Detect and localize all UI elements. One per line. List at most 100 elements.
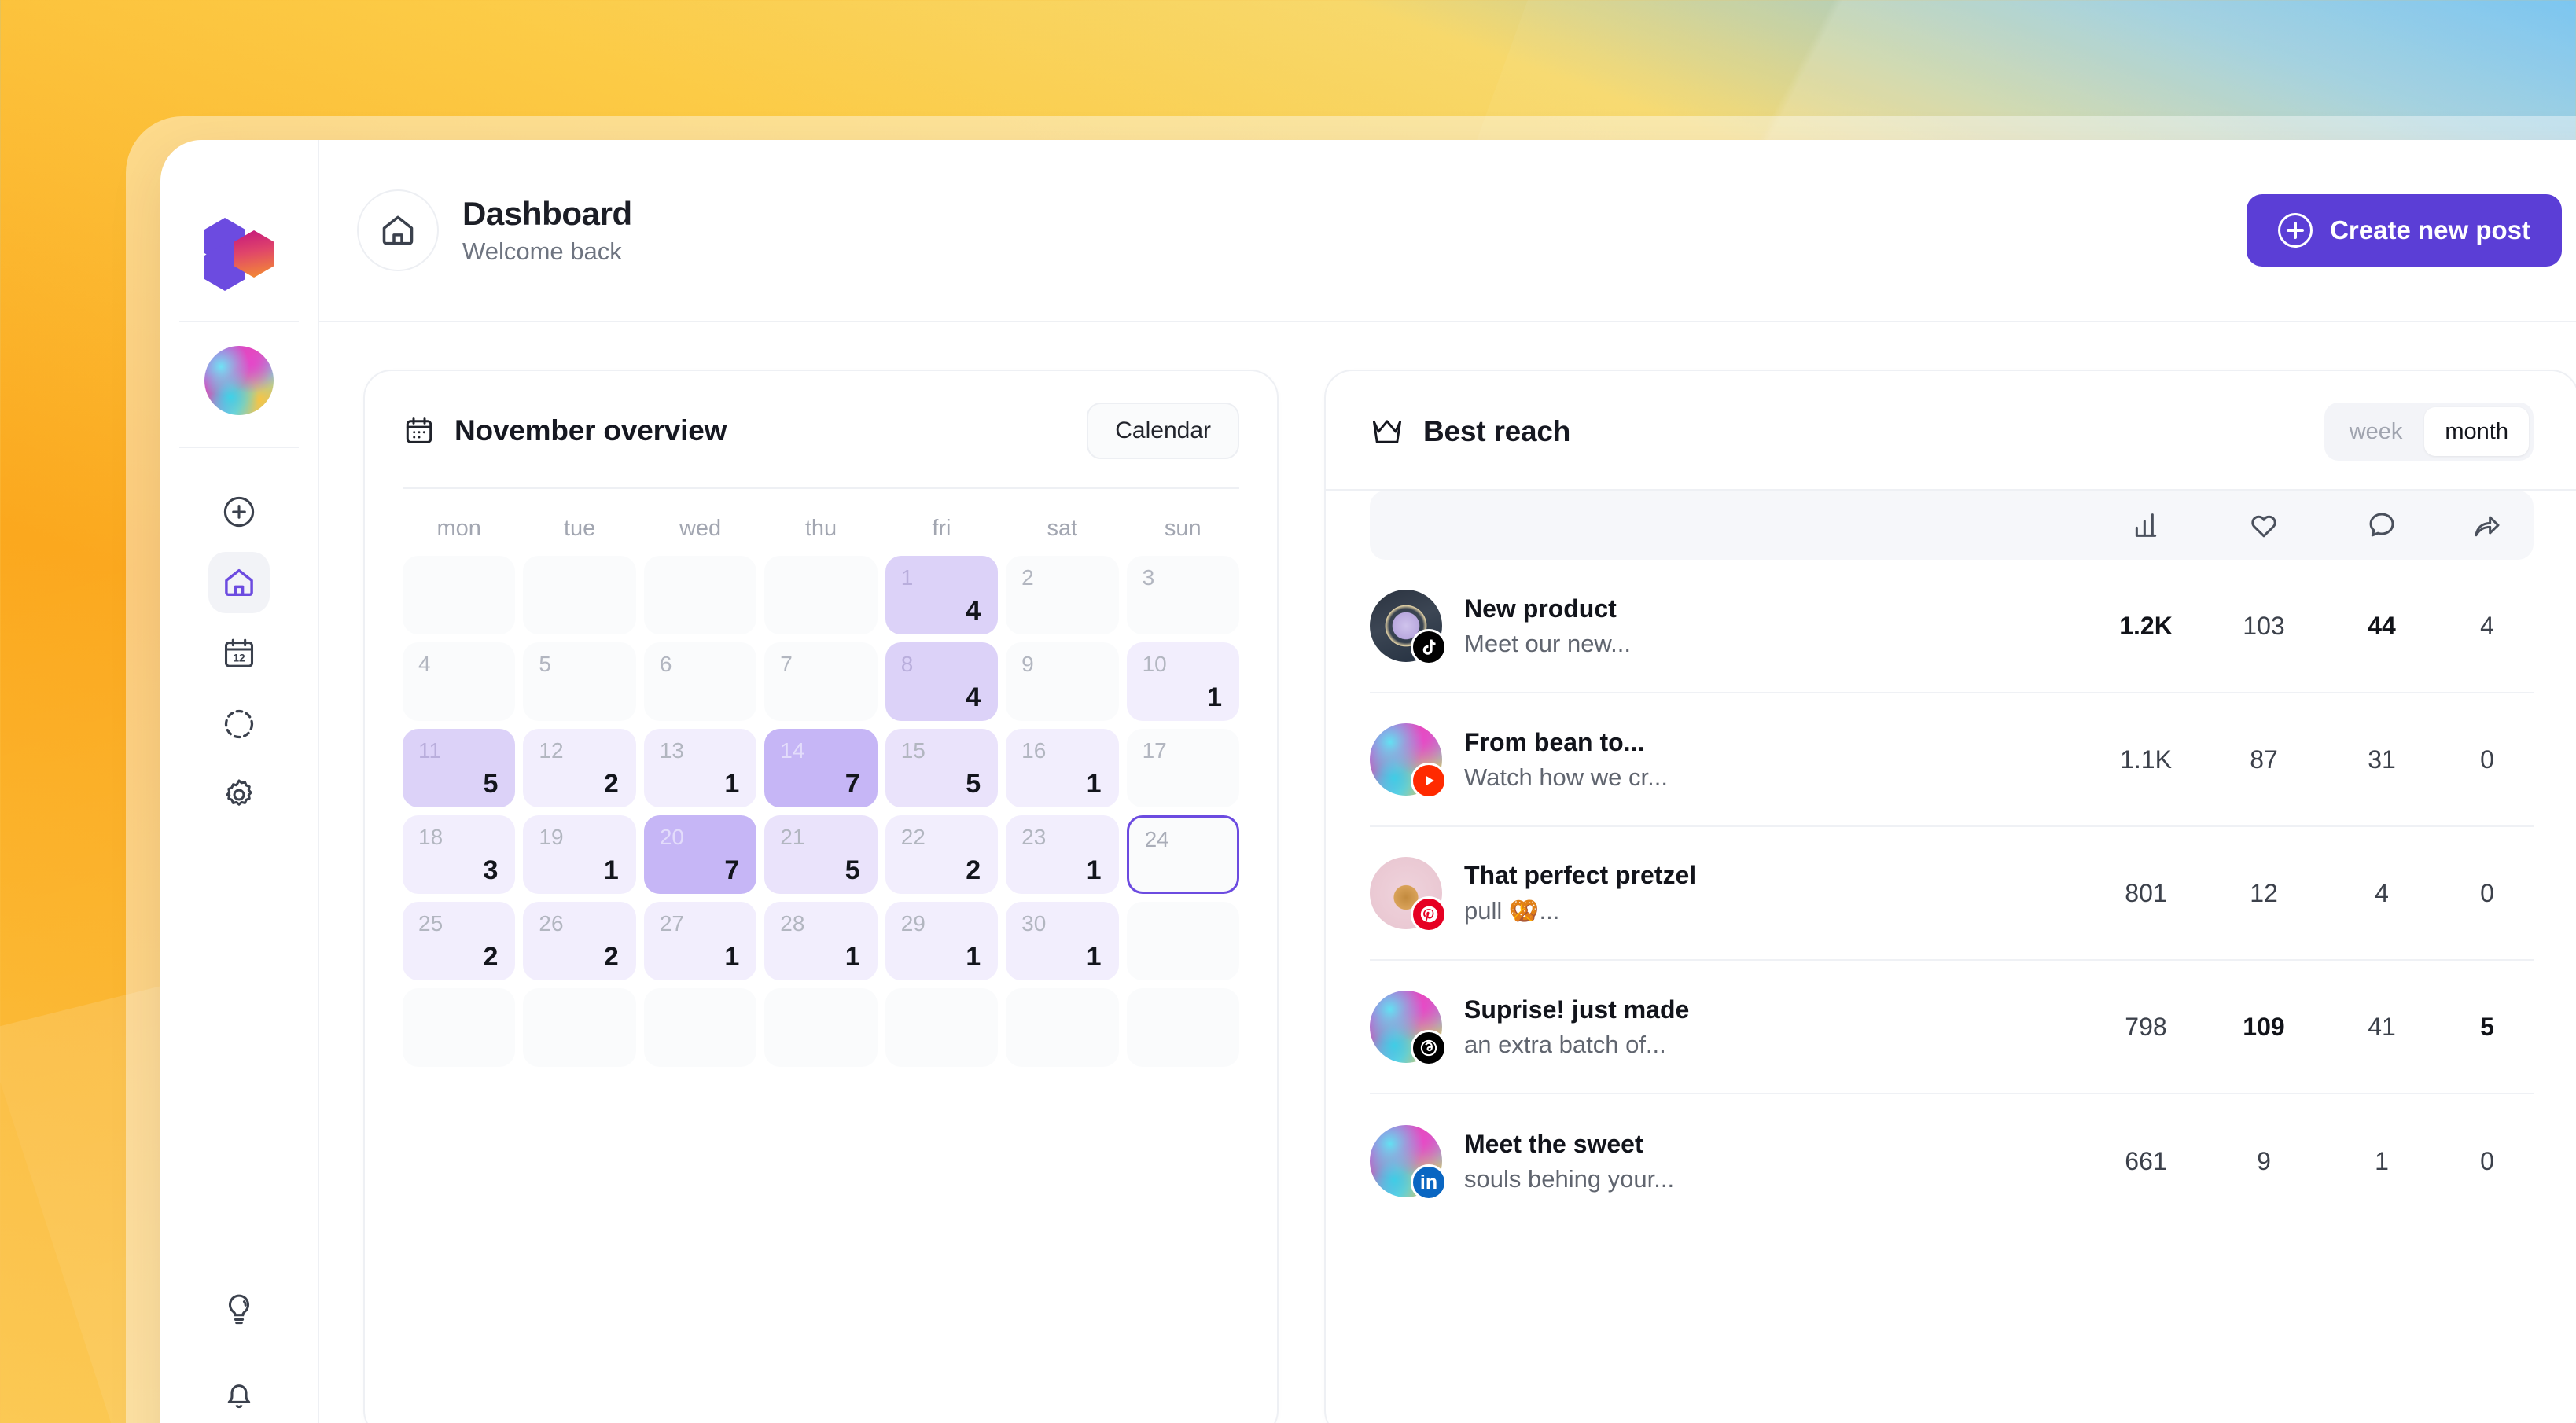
calendar-card: November overview Calendar mon tue wed thu f… [363, 370, 1279, 1423]
user-avatar[interactable] [204, 346, 274, 415]
calendar-day-number: 1 [900, 565, 914, 590]
sidebar-item-add[interactable] [208, 481, 270, 542]
sidebar-nav: 12 [208, 448, 270, 825]
calendar-day-cell[interactable]: 9 [1006, 642, 1119, 721]
calendar-day-number: 16 [1021, 738, 1047, 763]
post-comments: 1 [2375, 1146, 2389, 1175]
calendar-day-cell[interactable]: 14 [885, 556, 999, 634]
sidebar-item-notifications[interactable] [208, 1363, 270, 1423]
calendar-day-number: 29 [900, 911, 926, 936]
post-row[interactable]: That perfect pretzel pull 🥨... 801 12 4 0 [1370, 827, 2534, 961]
calendar-day-cell[interactable]: 28 1 [764, 902, 878, 980]
post-shares: 5 [2480, 1012, 2494, 1041]
calendar-day-count: 4 [966, 682, 981, 712]
range-option-week[interactable]: week [2329, 407, 2423, 456]
post-title: New product [1464, 594, 1617, 623]
comment-icon[interactable] [2323, 509, 2441, 541]
calendar-empty-cell [764, 988, 878, 1067]
calendar-day-cell[interactable]: 25 2 [403, 902, 516, 980]
best-reach-rows: New product Meet our new... 1.2K 103 44 4 From… [1370, 560, 2534, 1228]
calendar-day-cell[interactable]: 19 1 [523, 815, 636, 894]
gear-icon [226, 779, 252, 806]
calendar-button[interactable]: Calendar [1087, 403, 1239, 459]
calendar-day-cell[interactable]: 6 [643, 642, 757, 721]
breadcrumb-home-button[interactable] [357, 189, 439, 271]
calendar-empty-cell [1006, 988, 1119, 1067]
best-reach-column-header [1370, 491, 2534, 560]
home-icon [225, 568, 253, 597]
post-comments: 41 [2368, 1012, 2396, 1041]
calendar-day-cell[interactable]: 26 2 [523, 902, 636, 980]
calendar-day-number: 23 [1021, 825, 1047, 849]
brand-logo[interactable] [160, 187, 318, 321]
calendar-day-cell[interactable]: 15 5 [885, 729, 999, 807]
post-views: 801 [2125, 878, 2167, 907]
calendar-day-cell[interactable]: 3 [1126, 556, 1239, 634]
create-new-post-button[interactable]: Create new post [2247, 194, 2562, 267]
calendar-day-cell[interactable]: 4 [403, 642, 516, 721]
calendar-day-count: 1 [845, 942, 860, 972]
calendar-day-cell[interactable]: 22 2 [885, 815, 999, 894]
post-likes: 87 [2250, 745, 2278, 774]
calendar-day-cell[interactable]: 7 [764, 642, 878, 721]
calendar-day-cell[interactable]: 21 5 [764, 815, 878, 894]
app-logo-icon [204, 218, 274, 291]
calendar-12-icon: 12 [224, 638, 254, 667]
post-views: 661 [2125, 1146, 2167, 1175]
post-likes: 109 [2243, 1012, 2285, 1041]
calendar-empty-cell [643, 988, 757, 1067]
heart-icon[interactable] [2205, 509, 2323, 541]
calendar-day-cell[interactable]: 29 1 [885, 902, 999, 980]
calendar-day-cell[interactable]: 30 1 [1006, 902, 1119, 980]
calendar-day-number: 8 [900, 652, 914, 676]
calendar-day-cell[interactable]: 27 1 [643, 902, 757, 980]
calendar-day-cell[interactable]: 17 [1126, 729, 1239, 807]
calendar-day-number: 6 [659, 652, 672, 676]
calendar-day-number: 27 [659, 911, 684, 936]
calendar-day-cell[interactable]: 14 7 [764, 729, 878, 807]
calendar-day-cell[interactable]: 16 1 [1006, 729, 1119, 807]
post-snippet: Watch how we cr... [1464, 763, 1668, 791]
post-views: 798 [2125, 1012, 2167, 1041]
calendar-day-cell[interactable]: 23 1 [1006, 815, 1119, 894]
post-snippet: Meet our new... [1464, 629, 1631, 657]
calendar-day-count: 2 [603, 769, 619, 799]
calendar-empty-cell [764, 556, 878, 634]
range-option-month[interactable]: month [2424, 407, 2529, 456]
sidebar-item-drafts[interactable] [208, 693, 270, 755]
main-area: Dashboard Welcome back Create new post N… [319, 140, 2576, 1423]
sidebar-item-calendar[interactable]: 12 [208, 623, 270, 684]
calendar-day-cell[interactable]: 10 1 [1126, 642, 1239, 721]
calendar-day-count: 1 [603, 855, 619, 885]
post-snippet: an extra batch of... [1464, 1030, 1666, 1058]
weekday-label: sat [1047, 516, 1078, 541]
calendar-day-cell[interactable]: 12 2 [523, 729, 636, 807]
calendar-day-cell[interactable]: 24 [1126, 815, 1239, 894]
calendar-day-cell[interactable]: 13 1 [643, 729, 757, 807]
calendar-day-number: 18 [418, 825, 443, 849]
bar-chart-icon[interactable] [2087, 509, 2205, 541]
sidebar-item-home[interactable] [208, 552, 270, 613]
bell-icon [227, 1384, 251, 1409]
best-reach-card: Best reach week month New product Meet o… [1324, 370, 2576, 1423]
calendar-day-cell[interactable]: 5 [523, 642, 636, 721]
best-reach-title: Best reach [1423, 415, 1571, 447]
calendar-day-cell[interactable]: 2 [1006, 556, 1119, 634]
share-icon[interactable] [2441, 509, 2534, 541]
linkedin-icon: in [1411, 1164, 1447, 1201]
post-row[interactable]: Suprise! just made an extra batch of... 79… [1370, 961, 2534, 1094]
calendar-day-cell[interactable]: 84 [885, 642, 999, 721]
calendar-day-number: 5 [539, 652, 551, 676]
calendar-day-cell[interactable]: 20 7 [643, 815, 757, 894]
calendar-day-cell[interactable]: 18 3 [403, 815, 516, 894]
calendar-day-cell[interactable]: 11 5 [403, 729, 516, 807]
home-icon [382, 215, 414, 245]
calendar-day-number: 10 [1142, 652, 1167, 676]
post-thumbnail [1370, 590, 1447, 665]
post-row[interactable]: in Meet the sweet souls behing your... 661 9… [1370, 1094, 2534, 1228]
calendar-day-count: 4 [966, 596, 981, 626]
sidebar-item-settings[interactable] [208, 764, 270, 825]
post-row[interactable]: New product Meet our new... 1.2K 103 44 4 [1370, 560, 2534, 693]
post-row[interactable]: From bean to... Watch how we cr... 1.1K 87 3… [1370, 693, 2534, 827]
sidebar-item-ideas[interactable] [208, 1278, 270, 1340]
